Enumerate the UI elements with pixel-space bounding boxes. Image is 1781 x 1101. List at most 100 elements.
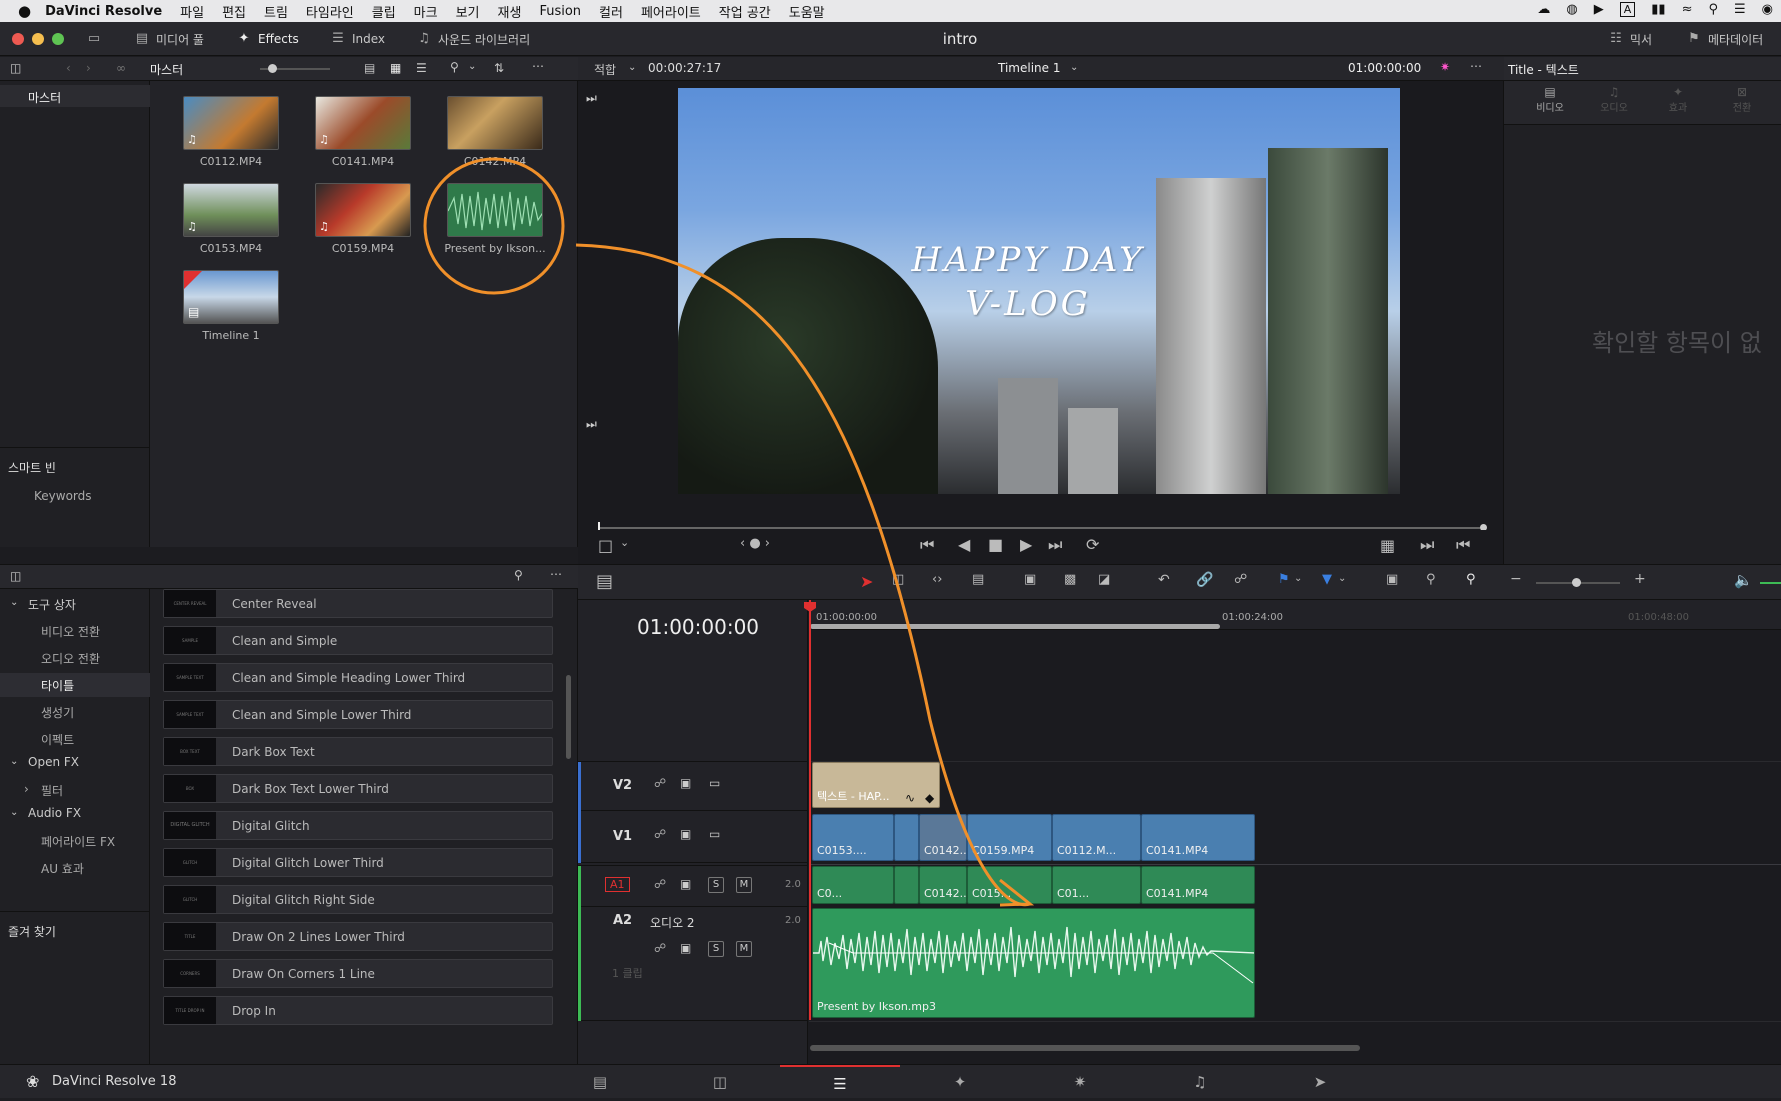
track-lock-icon[interactable]: ☍ <box>654 827 666 841</box>
control-center-icon[interactable]: ☰ <box>1734 2 1746 17</box>
tree-toolbox[interactable]: ⌄ 도구 상자 <box>0 593 150 615</box>
page-tab-color[interactable]: ✷ <box>1020 1065 1140 1099</box>
media-thumbnail[interactable] <box>447 96 543 150</box>
track-lock-icon[interactable]: ☍ <box>654 776 666 790</box>
more-options-icon[interactable]: ⋯ <box>532 59 544 73</box>
effects-list-scrollbar[interactable] <box>566 675 571 759</box>
timeline-clip-audio[interactable]: C0142... <box>919 866 967 904</box>
list-view-icon[interactable]: ☰ <box>416 61 427 75</box>
bin-item-master[interactable]: 마스터 <box>0 85 150 107</box>
track-visibility-icon[interactable]: ▭ <box>709 776 720 790</box>
overwrite-clip-icon[interactable]: ▩ <box>1064 572 1076 587</box>
page-tab-fusion[interactable]: ✦ <box>900 1065 1020 1099</box>
title-item[interactable]: TITLE DROP IN Drop In <box>163 996 553 1025</box>
skip-to-start-icon[interactable]: ⏮ <box>920 535 934 555</box>
title-item[interactable]: CENTER REVEAL Center Reveal <box>163 589 553 618</box>
timeline-zoom-handle[interactable] <box>1572 578 1581 587</box>
media-thumbnail-audio[interactable] <box>447 183 543 237</box>
page-tab-fairlight[interactable]: ♫ <box>1140 1065 1260 1099</box>
thumbnail-size-handle[interactable] <box>268 64 277 73</box>
minimize-window-button[interactable] <box>32 33 44 45</box>
search-icon[interactable]: ⚲ <box>514 568 523 582</box>
play-icon[interactable]: ▶ <box>1020 535 1032 554</box>
media-thumbnail[interactable]: ♫ <box>183 96 279 150</box>
match-frame-icon[interactable]: ▦ <box>1380 536 1395 555</box>
menu-timeline[interactable]: 타임라인 <box>306 2 354 21</box>
chevron-down-icon[interactable]: ⌄ <box>628 62 636 73</box>
chevron-down-icon[interactable]: ⌄ <box>620 536 629 549</box>
volume-icon[interactable]: 🔈 <box>1734 571 1753 589</box>
media-pool-button[interactable]: ▤ 미디어 풀 <box>134 28 204 50</box>
keyframe-curve-icon[interactable]: ∿ <box>905 791 915 805</box>
title-item[interactable]: DIGITAL GLITCH Digital Glitch <box>163 811 553 840</box>
auto-track-select-icon[interactable]: ▣ <box>680 776 691 790</box>
tab-video[interactable]: ▤ 비디오 <box>1530 85 1570 114</box>
timeline-clip-video[interactable]: C0142... <box>919 814 967 861</box>
solo-button[interactable]: S <box>708 877 724 893</box>
sidebar-toggle-icon[interactable]: ◫ <box>10 569 21 583</box>
stop-icon[interactable]: ■ <box>988 535 1003 554</box>
tree-titles[interactable]: 타이틀 <box>0 673 150 697</box>
auto-track-select-icon[interactable]: ▣ <box>680 941 691 955</box>
linked-selection-icon[interactable]: 🔗 <box>1196 572 1213 588</box>
metadata-button[interactable]: ⚑ 메타데이터 <box>1686 28 1763 50</box>
tree-effects[interactable]: 이펙트 <box>0 728 150 750</box>
page-tab-media[interactable]: ▤ <box>540 1065 660 1099</box>
trim-tool-icon[interactable]: ◫ <box>892 572 904 587</box>
tree-fairlight-fx[interactable]: 페어라이트 FX <box>0 830 150 852</box>
tree-open-fx[interactable]: ⌄ Open FX <box>0 752 150 774</box>
timeline-clip-music[interactable]: Present by Ikson.mp3 <box>812 908 1255 1018</box>
replace-clip-icon[interactable]: ◪ <box>1098 572 1110 587</box>
title-item[interactable]: GLITCH Digital Glitch Right Side <box>163 885 553 914</box>
mute-button[interactable]: M <box>736 941 752 957</box>
timeline-clip-video[interactable]: C0159.MP4 <box>967 814 1052 861</box>
menu-app-name[interactable]: DaVinci Resolve <box>45 4 162 19</box>
insert-clip-icon[interactable]: ▣ <box>1024 572 1036 587</box>
page-tab-cut[interactable]: ◫ <box>660 1065 780 1099</box>
apple-icon[interactable]: ● <box>18 2 31 20</box>
menu-workspace[interactable]: 작업 공간 <box>719 2 771 21</box>
reverse-play-icon[interactable]: ◀ <box>958 535 970 554</box>
title-item[interactable]: BOX TEXT Dark Box Text <box>163 737 553 766</box>
zoom-out-icon[interactable]: − <box>1510 571 1522 587</box>
timeline-clip-audio[interactable]: C01... <box>1052 866 1141 904</box>
title-item[interactable]: SAMPLE Clean and Simple <box>163 626 553 655</box>
timeline-clip-audio[interactable]: C0141.MP4 <box>1141 866 1255 904</box>
effects-button[interactable]: ✦ Effects <box>236 28 299 50</box>
solo-button[interactable]: S <box>708 941 724 957</box>
media-thumbnail[interactable]: ♫ <box>183 183 279 237</box>
page-tab-edit[interactable]: ☰ <box>780 1065 900 1099</box>
play-circle-icon[interactable]: ▶ <box>1594 2 1604 17</box>
sort-icon[interactable]: ⇅ <box>494 61 504 75</box>
custom-zoom-icon[interactable]: ⚲ <box>1466 572 1476 587</box>
full-zoom-icon[interactable]: ▣ <box>1386 572 1398 587</box>
track-lock-icon[interactable]: ☍ <box>654 941 666 955</box>
thumbnail-view-icon[interactable]: ▦ <box>390 61 401 75</box>
title-item[interactable]: TITLE Draw On 2 Lines Lower Third <box>163 922 553 951</box>
mixer-button[interactable]: ☷ 믹서 <box>1608 28 1652 50</box>
jog-control-icon[interactable]: ‹ ● › <box>740 536 770 551</box>
link-bins-icon[interactable]: ∞ <box>116 61 126 75</box>
chevron-down-icon[interactable]: ⌄ <box>1338 573 1346 584</box>
more-options-icon[interactable]: ⋯ <box>550 567 562 581</box>
more-options-icon[interactable]: ⋯ <box>1470 59 1482 73</box>
track-lock-icon[interactable]: ☍ <box>654 877 666 891</box>
track-label-a1[interactable]: A1 <box>605 877 630 892</box>
forward-arrow-icon[interactable]: › <box>86 61 91 75</box>
menu-trim[interactable]: 트림 <box>264 2 288 21</box>
track-visibility-icon[interactable]: ▭ <box>709 827 720 841</box>
menu-file[interactable]: 파일 <box>180 2 204 21</box>
go-to-end-icon[interactable]: ⏭ <box>586 417 597 432</box>
title-item[interactable]: SAMPLE TEXT Clean and Simple Heading Lowe… <box>163 663 553 692</box>
tab-transition[interactable]: ⊠ 전환 <box>1722 85 1762 114</box>
timeline-playhead[interactable] <box>809 600 811 1020</box>
viewer-timeline-select[interactable]: Timeline 1 <box>998 61 1060 75</box>
tree-au-effects[interactable]: AU 효과 <box>0 857 150 879</box>
zoom-window-button[interactable] <box>52 33 64 45</box>
go-to-start-icon[interactable]: ⏭ <box>586 91 597 106</box>
loop-icon[interactable]: ⟳ <box>1086 535 1099 554</box>
tree-video-transitions[interactable]: 비디오 전환 <box>0 620 150 642</box>
timeline-clip-video[interactable]: C0112.M... <box>1052 814 1141 861</box>
viewer-zoom-select[interactable]: 적합 <box>594 61 616 78</box>
zoom-in-icon[interactable]: + <box>1634 571 1646 587</box>
